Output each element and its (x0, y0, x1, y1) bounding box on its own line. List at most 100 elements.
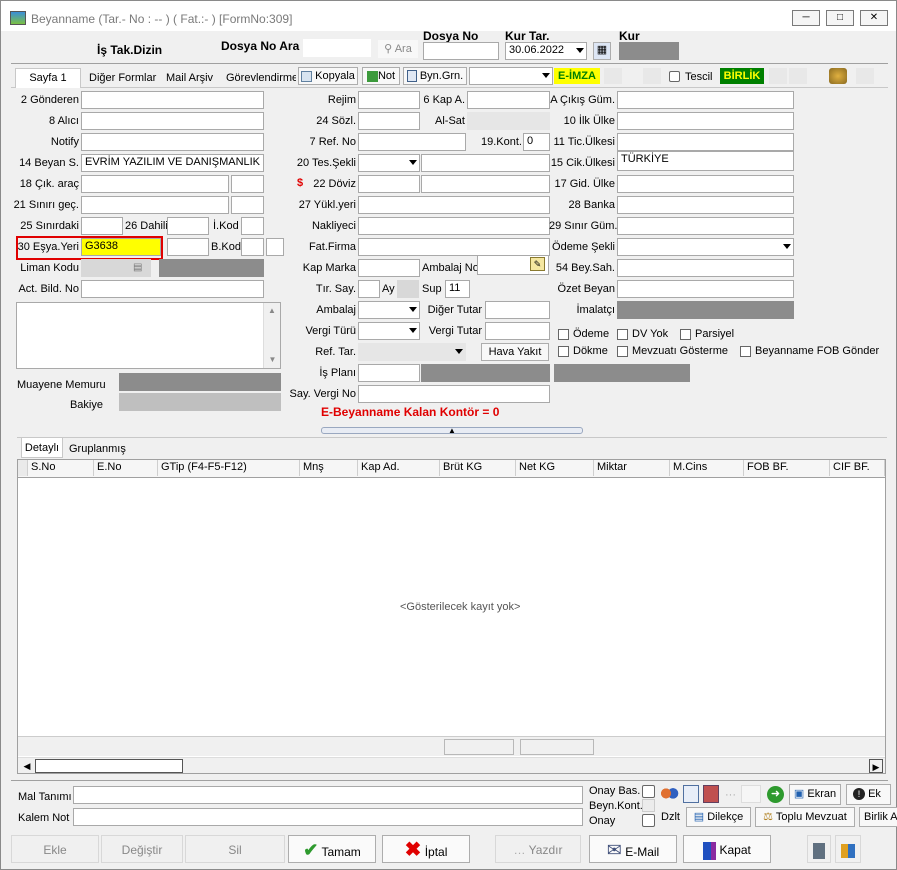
kap-marka-input[interactable] (358, 259, 420, 277)
col-net-kg[interactable]: Net KG (516, 460, 594, 476)
alici-input[interactable] (81, 112, 264, 130)
onay-checkbox[interactable] (642, 814, 655, 827)
esya-yeri-extra-input[interactable] (167, 238, 209, 256)
splitter-handle[interactable]: ▲ (321, 427, 583, 435)
hava-yakit-button[interactable]: Hava Yakıt (481, 343, 549, 361)
sozl-input[interactable] (358, 112, 420, 130)
yazdir-button[interactable]: … Yazdır (495, 835, 581, 863)
gid-ulke-input[interactable] (617, 175, 794, 193)
is-plani-input[interactable] (358, 364, 420, 382)
col-mns[interactable]: Mnş (300, 460, 358, 476)
col-cif-bf[interactable]: CIF BF. (830, 460, 885, 476)
byn-grn-button[interactable]: Byn.Grn. (403, 67, 467, 85)
scroll-up-icon[interactable]: ▲ (264, 303, 280, 319)
tes-sekli-desc[interactable] (421, 154, 550, 172)
is-takip-label[interactable]: İş Tak.Dizin (97, 43, 162, 57)
notes-textarea[interactable] (16, 302, 281, 369)
grid-hscrollbar[interactable]: ◀ ▶ (18, 757, 885, 773)
col-brut-kg[interactable]: Brüt KG (440, 460, 516, 476)
dv-yok-checkbox[interactable] (617, 329, 628, 340)
say-vergi-input[interactable] (358, 385, 550, 403)
yukl-yeri-input[interactable] (358, 196, 550, 214)
doviz-input[interactable] (358, 175, 420, 193)
close-icon[interactable]: ✕ (860, 10, 888, 26)
scroll-right-icon[interactable]: ▶ (869, 759, 883, 773)
banka-input[interactable] (617, 196, 794, 214)
books-button[interactable] (835, 835, 861, 863)
odeme-sekli-select[interactable] (617, 238, 794, 256)
cikis-gum-input[interactable] (617, 91, 794, 109)
dahili-input[interactable] (167, 217, 209, 235)
users-icon[interactable] (659, 787, 679, 803)
dosya-no-ara-input[interactable] (303, 39, 371, 57)
vergi-tutar-input[interactable] (485, 322, 550, 340)
toplu-mevzuat-button[interactable]: ⚖ Toplu Mevzuat (755, 807, 855, 827)
tab-sayfa1[interactable]: Sayfa 1 (15, 68, 81, 88)
gonderen-input[interactable] (81, 91, 264, 109)
ekran-button[interactable]: ▣ Ekran (789, 784, 841, 805)
eimza-badge[interactable]: E-İMZA (554, 68, 600, 84)
kapat-button[interactable]: Kapat (683, 835, 771, 863)
not-button[interactable]: Not (362, 67, 400, 85)
fat-firma-input[interactable] (358, 238, 550, 256)
tab-detayli[interactable]: Detaylı (21, 438, 63, 458)
tamam-button[interactable]: ✔ Tamam (288, 835, 376, 863)
tab-mail-arsiv[interactable]: Mail Arşiv (166, 72, 213, 84)
tescil-checkbox[interactable] (669, 71, 680, 82)
esya-yeri-input[interactable]: G3638 (81, 238, 161, 256)
col-eno[interactable]: E.No (94, 460, 158, 476)
tab-diger-formlar[interactable]: Diğer Formlar (89, 72, 156, 84)
sinir-gum-input[interactable] (617, 217, 794, 235)
tab-gorevlendirme[interactable]: Görevlendirme (226, 72, 296, 84)
act-bild-input[interactable] (81, 280, 264, 298)
degistir-button[interactable]: Değiştir (101, 835, 183, 863)
ozet-beyan-input[interactable] (617, 280, 794, 298)
rejim-input[interactable] (358, 91, 420, 109)
doviz-desc[interactable] (421, 175, 550, 193)
ambalaj-select[interactable] (358, 301, 420, 319)
parsiyel-checkbox[interactable] (680, 329, 691, 340)
ilk-ulke-input[interactable] (617, 112, 794, 130)
cik-arac-extra-input[interactable] (231, 175, 264, 193)
sinir-gec-input[interactable] (81, 196, 229, 214)
bey-sah-input[interactable] (617, 259, 794, 277)
sil-button[interactable]: Sil (185, 835, 285, 863)
ek-button[interactable]: ! Ek (846, 784, 891, 805)
kalem-not-input[interactable] (73, 808, 583, 826)
b-kod-input[interactable] (241, 238, 264, 256)
notes-scrollbar[interactable]: ▲ ▼ (263, 303, 280, 368)
kont-input[interactable]: 0 (523, 133, 550, 151)
sup-input[interactable]: 11 (445, 280, 470, 298)
dilekce-button[interactable]: ▤ Dilekçe (686, 807, 751, 827)
vergi-turu-select[interactable] (358, 322, 420, 340)
dzlt-label[interactable]: Dzlt (661, 811, 680, 823)
kopyala-button[interactable]: Kopyala (298, 67, 358, 85)
sinir-gec-extra-input[interactable] (231, 196, 264, 214)
kur-tar-input[interactable]: 30.06.2022 (505, 42, 587, 60)
tic-ulkesi-input[interactable] (617, 133, 794, 151)
byn-grn-select[interactable] (469, 67, 553, 85)
col-m-cins[interactable]: M.Cins (670, 460, 744, 476)
kap-a-input[interactable] (467, 91, 550, 109)
maximize-icon[interactable]: □ (826, 10, 854, 26)
email-button[interactable]: ✉ E-Mail (589, 835, 677, 863)
col-fob-bf[interactable]: FOB BF. (744, 460, 830, 476)
col-sno[interactable]: S.No (28, 460, 94, 476)
edit-icon[interactable]: ✎ (530, 257, 545, 271)
i-kod-input[interactable] (241, 217, 264, 235)
mal-tanimi-input[interactable] (73, 786, 583, 804)
diger-tutar-input[interactable] (485, 301, 550, 319)
beyan-s-input[interactable]: EVRİM YAZILIM VE DANIŞMANLIK (81, 154, 264, 172)
cik-ulkesi-input[interactable]: TÜRKİYE (617, 151, 794, 171)
go-icon[interactable]: ➜ (767, 786, 784, 803)
liman-lookup-icon[interactable]: ▤ (133, 262, 147, 274)
scroll-thumb[interactable] (35, 759, 183, 773)
onay-bas-checkbox[interactable] (642, 785, 655, 798)
b-kod-extra-input[interactable] (266, 238, 284, 256)
odeme-checkbox[interactable] (558, 329, 569, 340)
nakliyeci-input[interactable] (358, 217, 550, 235)
iptal-button[interactable]: ✖ İptal (382, 835, 470, 863)
sinirdaki-input[interactable] (81, 217, 123, 235)
tir-say-input[interactable] (358, 280, 380, 298)
ara-button[interactable]: ⚲ Ara (377, 39, 419, 59)
